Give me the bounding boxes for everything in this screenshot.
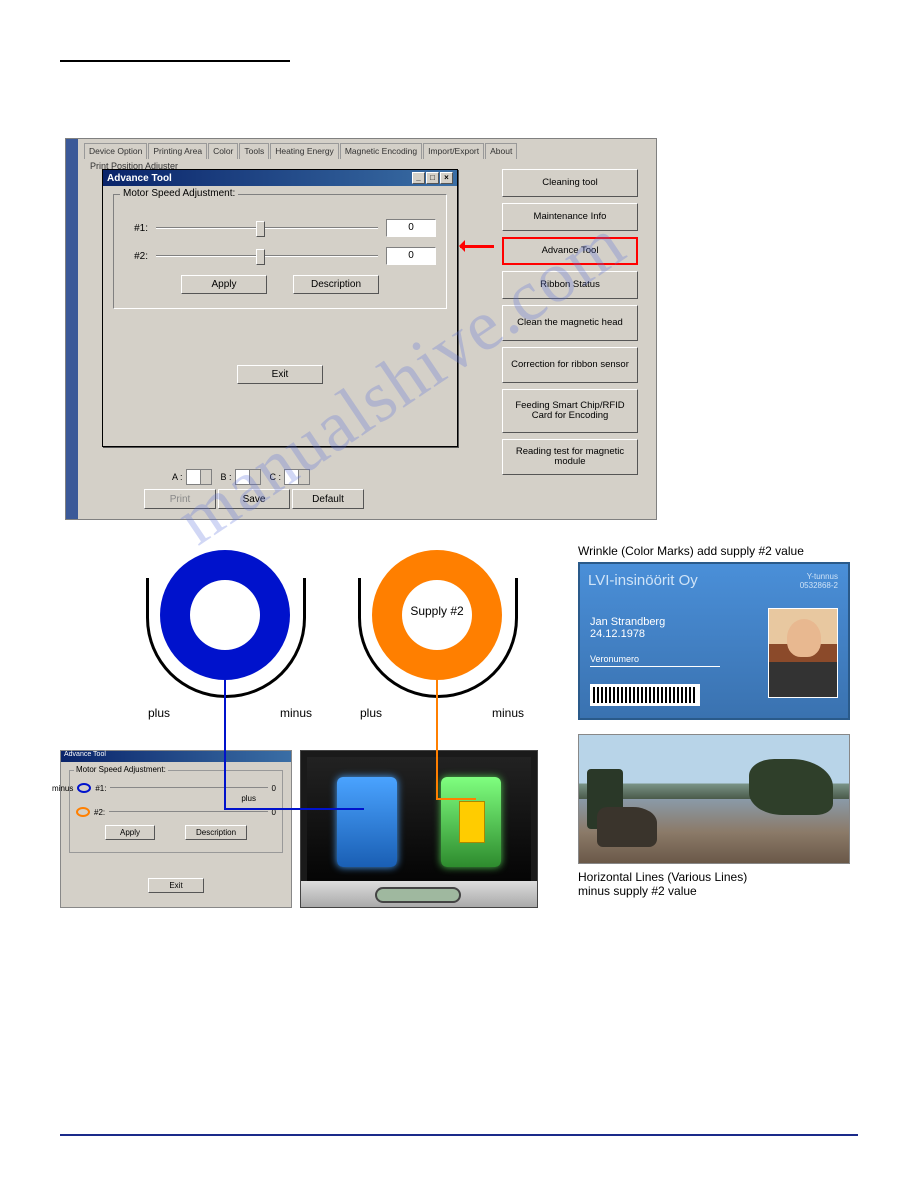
take-plus-label: plus: [148, 706, 170, 720]
ytunnus-label: Y-tunnus: [807, 572, 838, 581]
a-spinner[interactable]: [186, 469, 212, 485]
person-dob: 24.12.1978: [590, 628, 720, 640]
reading-test-magnetic-button[interactable]: Reading test for magnetic module: [502, 439, 638, 475]
supply-spool-photo: [441, 777, 501, 867]
advance-tool-dialog: Advance Tool _ □ × Motor Speed Adjustmen…: [102, 169, 458, 447]
blue-connector-line2: [224, 808, 364, 810]
default-button[interactable]: Default: [292, 489, 364, 509]
tab-color[interactable]: Color: [208, 143, 238, 159]
footer-rule: [60, 1134, 858, 1136]
supply-minus-label: minus: [492, 706, 524, 720]
slider1-value: 0: [386, 219, 436, 237]
hlines-caption1: Horizontal Lines (Various Lines): [578, 870, 858, 884]
mini-plus-label: plus: [76, 794, 256, 803]
mini-desc-button: Description: [185, 825, 247, 840]
tab-import-export[interactable]: Import/Export: [423, 143, 484, 159]
tab-bar: Device Option Printing Area Color Tools …: [84, 143, 646, 159]
mini-minus-label: minus: [52, 784, 73, 793]
mini-slider1: [110, 784, 267, 792]
mini-group-label: Motor Speed Adjustment:: [74, 765, 168, 774]
b-label: B :: [221, 472, 232, 482]
tab-magnetic-encoding[interactable]: Magnetic Encoding: [340, 143, 422, 159]
maintenance-info-button[interactable]: Maintenance Info: [502, 203, 638, 231]
slider2[interactable]: [156, 247, 378, 265]
supply-rotation-arrows: [358, 578, 518, 698]
advance-tool-button[interactable]: Advance Tool: [502, 237, 638, 265]
sample-prints: Wrinkle (Color Marks) add supply #2 valu…: [578, 544, 858, 898]
mini-v1: 0: [272, 784, 276, 793]
tab-heating-energy[interactable]: Heating Energy: [270, 143, 339, 159]
mini-title: Advance Tool: [61, 751, 291, 762]
exit-button[interactable]: Exit: [237, 365, 323, 384]
slider2-label: #2:: [124, 251, 148, 262]
take-rotation-arrows: [146, 578, 306, 698]
minimize-icon[interactable]: _: [412, 172, 425, 184]
slider1-label: #1:: [124, 223, 148, 234]
feeding-smart-chip-button[interactable]: Feeding Smart Chip/RFID Card for Encodin…: [502, 389, 638, 433]
c-label: C :: [270, 472, 282, 482]
dialog-title: Advance Tool: [107, 173, 172, 184]
wrinkle-caption: Wrinkle (Color Marks) add supply #2 valu…: [578, 544, 858, 558]
take-minus-label: minus: [280, 706, 312, 720]
b-spinner[interactable]: [235, 469, 261, 485]
supply-label: Supply #2: [372, 604, 502, 618]
take-spool-photo: [337, 777, 397, 867]
tab-printing-area[interactable]: Printing Area: [148, 143, 207, 159]
beach-photo-sample: [578, 734, 850, 864]
ytunnus-value: 0532868-2: [800, 581, 838, 590]
veronumero-label: Veronumero: [590, 654, 720, 664]
mini-r1: #1:: [95, 784, 106, 793]
printer-photo: [300, 750, 538, 908]
a-label: A :: [172, 472, 183, 482]
mini-exit-button: Exit: [148, 878, 203, 893]
motor-speed-group: Motor Speed Adjustment: #1: 0 #2: 0 Appl…: [113, 194, 447, 309]
cleaning-tool-button[interactable]: Cleaning tool: [502, 169, 638, 197]
maximize-icon[interactable]: □: [426, 172, 439, 184]
mini-r2: #2:: [94, 808, 105, 817]
hlines-caption2: minus supply #2 value: [578, 884, 858, 898]
clean-magnetic-head-button[interactable]: Clean the magnetic head: [502, 305, 638, 341]
tab-about[interactable]: About: [485, 143, 517, 159]
tools-dialog-screenshot: Device Option Printing Area Color Tools …: [65, 138, 657, 520]
red-arrow-indicator: [460, 245, 494, 248]
orange-connector-line: [436, 680, 438, 800]
motor-speed-diagram: Take #1 plus minus Supply #2 plus minus …: [60, 544, 858, 914]
save-button[interactable]: Save: [218, 489, 290, 509]
person-name: Jan Strandberg: [590, 616, 720, 628]
mini-blue-circle-icon: [77, 783, 91, 793]
group-label: Motor Speed Adjustment:: [120, 188, 238, 199]
close-icon[interactable]: ×: [440, 172, 453, 184]
side-button-panel: Cleaning tool Maintenance Info Advance T…: [502, 169, 638, 475]
take-label: Take #1: [160, 604, 290, 618]
tab-tools[interactable]: Tools: [239, 143, 269, 159]
description-button[interactable]: Description: [293, 275, 379, 294]
mini-dialog-illustration: Advance Tool Motor Speed Adjustment: min…: [60, 750, 292, 908]
correction-ribbon-sensor-button[interactable]: Correction for ribbon sensor: [502, 347, 638, 383]
barcode-icon: [590, 684, 700, 706]
title-underline: [60, 60, 290, 62]
print-button[interactable]: Print: [144, 489, 216, 509]
id-photo: [768, 608, 838, 698]
supply-plus-label: plus: [360, 706, 382, 720]
slider2-value: 0: [386, 247, 436, 265]
id-card-sample: LVI-insinöörit Oy Y-tunnus0532868-2 Jan …: [578, 562, 850, 720]
printer-lcd: [375, 887, 461, 903]
mini-apply-button: Apply: [105, 825, 155, 840]
tab-device-option[interactable]: Device Option: [84, 143, 147, 159]
blue-connector-line: [224, 680, 226, 810]
dialog-titlebar: Advance Tool _ □ ×: [103, 170, 457, 186]
slider1[interactable]: [156, 219, 378, 237]
abc-spinners: A : B : C :: [166, 469, 310, 485]
c-spinner[interactable]: [284, 469, 310, 485]
ribbon-status-button[interactable]: Ribbon Status: [502, 271, 638, 299]
orange-connector-line2: [436, 798, 476, 800]
apply-button[interactable]: Apply: [181, 275, 267, 294]
mini-orange-circle-icon: [76, 807, 90, 817]
